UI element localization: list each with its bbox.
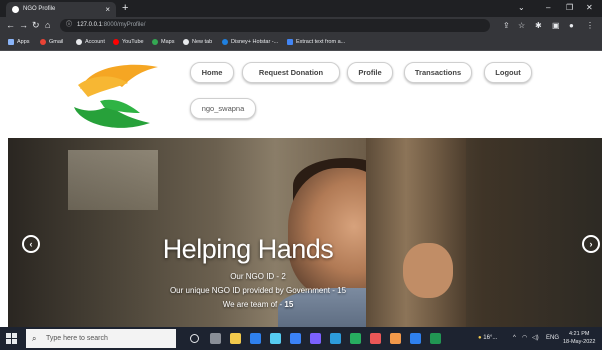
chrome-icon[interactable] — [370, 333, 381, 344]
task-view-icon[interactable] — [210, 333, 221, 344]
nav-request-donation-button[interactable]: Request Donation — [242, 62, 340, 83]
profile-avatar-icon[interactable]: ● — [569, 17, 574, 34]
bookmark-gmail[interactable]: Gmail — [40, 34, 63, 50]
apps-grid-icon — [8, 38, 14, 45]
hotstar-icon — [222, 38, 228, 45]
child-hand — [403, 243, 453, 298]
volume-icon[interactable]: ◁) — [532, 327, 539, 350]
bookmark-new-tab[interactable]: New tab — [183, 34, 212, 50]
extract-text-icon — [287, 38, 293, 45]
tab-title: NGO Profile — [23, 6, 56, 12]
file-explorer-icon[interactable] — [230, 333, 241, 344]
edge-icon[interactable] — [290, 333, 301, 344]
bookmark-hotstar[interactable]: Disney+ Hotstar -... — [222, 34, 278, 50]
bookmarks-bar: Apps Gmail Account YouTube Maps New tab … — [0, 34, 602, 51]
tray-chevron-icon[interactable]: ^ — [513, 327, 516, 350]
bookmark-youtube[interactable]: YouTube — [113, 34, 144, 50]
language-indicator[interactable]: ENG — [546, 327, 559, 350]
cortana-icon[interactable] — [190, 334, 199, 343]
clock-time: 4:21 PM — [568, 331, 590, 337]
weather-sun-icon: ● — [478, 335, 482, 341]
nav-home-button[interactable]: Home — [190, 62, 234, 83]
bookmark-account[interactable]: Account — [76, 34, 105, 50]
new-tab-button[interactable]: + — [122, 1, 128, 16]
gmail-icon — [40, 38, 46, 45]
team-size-line: We are team of - 15 — [222, 300, 294, 309]
windows-start-icon[interactable] — [6, 333, 17, 344]
restore-window-icon[interactable]: ❐ — [566, 0, 573, 15]
ngo-logo — [74, 64, 158, 128]
share-icon[interactable]: ⇪ — [503, 17, 510, 34]
url-text: 127.0.0.1:8000/myProfile/ — [77, 19, 145, 32]
maps-icon — [152, 38, 158, 45]
forward-arrow-icon[interactable]: → — [19, 17, 28, 34]
app-orange-icon[interactable] — [390, 333, 401, 344]
bookmark-maps[interactable]: Maps — [152, 34, 174, 50]
browser-tab-strip: NGO Profile × + ⌄ – ❐ ✕ — [0, 0, 602, 17]
wifi-icon[interactable]: ◠ — [522, 327, 527, 350]
store-icon[interactable] — [250, 333, 261, 344]
back-arrow-icon[interactable]: ← — [6, 17, 15, 34]
vscode-icon[interactable] — [330, 333, 341, 344]
taskbar-clock[interactable]: 4:21 PM 18-May-2022 — [563, 330, 595, 346]
nav-profile-button[interactable]: Profile — [347, 62, 393, 83]
browser-toolbar: ← → ↻ ⌂ ⓘ 127.0.0.1:8000/myProfile/ ⇪ ☆ … — [0, 17, 602, 34]
hero-carousel: ‹ › Helping Hands Our NGO ID - 2 Our uni… — [8, 138, 602, 327]
bookmark-apps[interactable]: Apps — [8, 34, 30, 50]
search-icon: ⌕ — [32, 334, 37, 343]
hero-headline: Helping Hands — [162, 234, 334, 264]
url-path: :8000/myProfile/ — [102, 22, 146, 28]
clock-date: 18-May-2022 — [563, 339, 596, 345]
app-green-icon[interactable] — [350, 333, 361, 344]
username-badge[interactable]: ngo_swapna — [190, 98, 256, 119]
tab-search-chevron-icon[interactable]: ⌄ — [518, 0, 525, 15]
browser-tab[interactable]: NGO Profile × — [6, 2, 116, 17]
minimize-window-icon[interactable]: – — [546, 0, 550, 15]
reload-icon[interactable]: ↻ — [32, 17, 40, 34]
address-bar[interactable]: ⓘ 127.0.0.1:8000/myProfile/ — [60, 19, 490, 32]
close-window-icon[interactable]: ✕ — [586, 0, 593, 15]
home-icon[interactable]: ⌂ — [45, 17, 50, 34]
wooden-post — [366, 138, 466, 327]
account-icon — [76, 38, 82, 45]
extensions-icon[interactable]: ✱ — [535, 17, 542, 34]
taskbar-search-input[interactable]: ⌕ Type here to search — [26, 329, 176, 348]
mail-icon[interactable] — [270, 333, 281, 344]
windows-taskbar: ⌕ Type here to search ● 16°... ^ ◠ ◁) EN… — [0, 327, 602, 350]
bookmark-extract-text[interactable]: Extract text from a... — [287, 34, 345, 50]
ngo-id-line: Our NGO ID - 2 — [230, 272, 286, 281]
app-icon[interactable] — [310, 333, 321, 344]
tab-close-icon[interactable]: × — [105, 2, 110, 17]
background-window — [68, 150, 158, 210]
bookmark-star-icon[interactable]: ☆ — [518, 17, 525, 34]
sidepanel-icon[interactable]: ▣ — [552, 17, 560, 34]
gov-id-line: Our unique NGO ID provided by Government… — [169, 286, 347, 295]
carousel-prev-icon[interactable]: ‹ — [22, 235, 40, 253]
nav-logout-button[interactable]: Logout — [484, 62, 532, 83]
tab-favicon-icon — [12, 6, 19, 13]
excel-icon[interactable] — [430, 333, 441, 344]
youtube-icon — [113, 38, 119, 45]
web-page: Home Request Donation Profile Transactio… — [0, 51, 602, 327]
taskbar-search-placeholder: Type here to search — [46, 335, 108, 342]
site-info-icon[interactable]: ⓘ — [66, 19, 72, 32]
new-tab-icon — [183, 38, 189, 45]
url-host: 127.0.0.1 — [77, 22, 103, 28]
carousel-next-icon[interactable]: › — [582, 235, 600, 253]
nav-transactions-button[interactable]: Transactions — [404, 62, 472, 83]
menu-kebab-icon[interactable]: ⋮ — [586, 17, 594, 34]
word-icon[interactable] — [410, 333, 421, 344]
weather-widget[interactable]: ● 16°... — [478, 327, 497, 350]
